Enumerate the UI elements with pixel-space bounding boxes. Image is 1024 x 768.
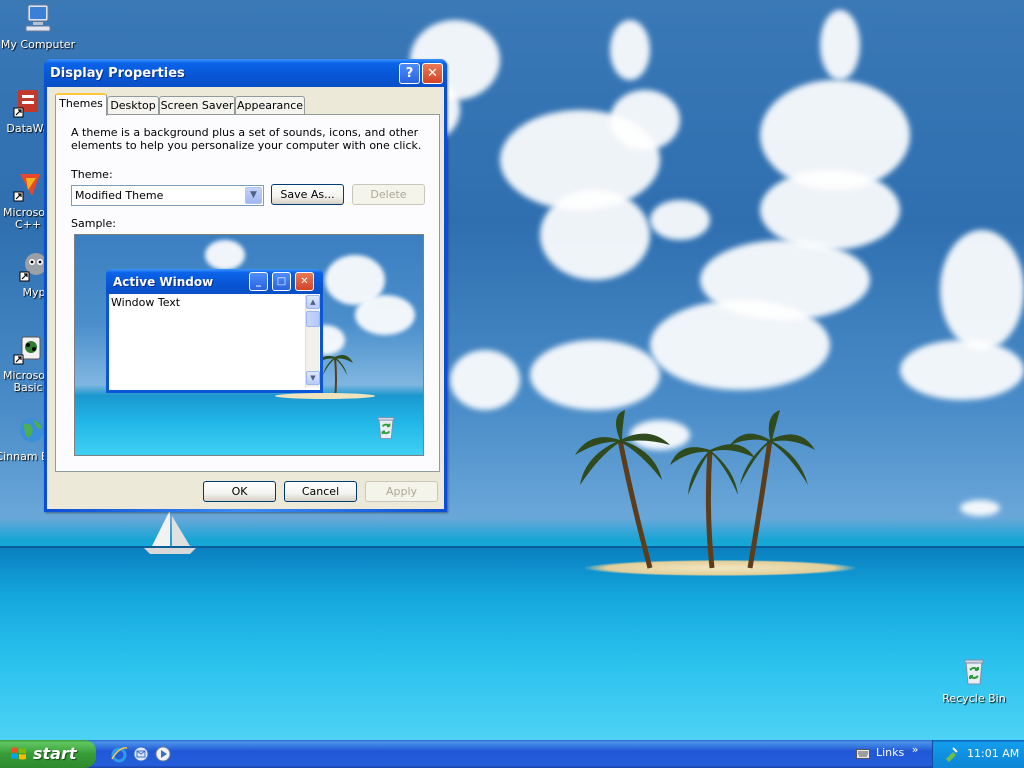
start-label: start [33, 744, 77, 763]
apply-button[interactable]: Apply [365, 481, 438, 502]
tab-appearance[interactable]: Appearance [235, 96, 305, 115]
visual-basic-icon [13, 336, 41, 365]
window-title: Display Properties [50, 66, 185, 81]
theme-sample-preview: Active Window _ □ ✕ Window Text ▲ ▼ [74, 234, 424, 456]
chevron-down-icon[interactable]: ▼ [245, 187, 262, 204]
scroll-up-icon: ▲ [306, 295, 320, 309]
cloud [530, 340, 660, 410]
save-as-button[interactable]: Save As... [271, 184, 344, 205]
cloud [940, 230, 1024, 350]
cloud [610, 90, 680, 150]
sailboat [144, 510, 196, 554]
links-toolbar[interactable]: Links » [876, 743, 919, 759]
outlook-express-icon[interactable] [132, 745, 150, 763]
tab-screen-saver[interactable]: Screen Saver [159, 96, 235, 115]
cloud [355, 295, 415, 335]
recycle-bin-icon [964, 659, 984, 685]
cloud [650, 300, 830, 390]
scroll-down-icon: ▼ [306, 371, 320, 385]
cloud [540, 190, 650, 280]
minimize-icon: _ [249, 272, 268, 291]
sample-active-window: Active Window _ □ ✕ Window Text ▲ ▼ [106, 269, 323, 393]
chevron-right-icon[interactable]: » [912, 743, 919, 756]
help-button[interactable]: ? [399, 63, 420, 84]
cloud [820, 10, 860, 80]
sample-label: Sample: [71, 217, 116, 230]
media-player-icon[interactable] [154, 745, 172, 763]
dialog-client-area: Themes Desktop Screen Saver Appearance A… [47, 87, 444, 509]
cloud [900, 340, 1024, 400]
close-icon: ✕ [295, 272, 314, 291]
cancel-button[interactable]: Cancel [284, 481, 357, 502]
cloud [960, 500, 1000, 516]
recycle-bin-icon [377, 417, 395, 439]
computer-icon [25, 4, 51, 32]
clock[interactable]: 11:01 AM [967, 747, 1019, 760]
theme-dropdown-value: Modified Theme [75, 189, 164, 202]
theme-label: Theme: [71, 168, 113, 181]
keyboard-icon[interactable] [856, 748, 870, 760]
cloud [650, 200, 710, 240]
taskbar: start Links » 11:01 AM [0, 740, 1024, 768]
system-tray: 11:01 AM [932, 740, 1024, 768]
palm-trees [575, 410, 815, 569]
theme-description: A theme is a background plus a set of so… [71, 126, 422, 152]
visual-cpp-icon [13, 174, 40, 202]
desktop-icon-my-computer[interactable]: My Computer [0, 2, 76, 51]
cloud [450, 350, 520, 410]
scroll-thumb [306, 311, 320, 327]
sample-window-text: Window Text [111, 296, 181, 309]
internet-explorer-icon[interactable] [110, 745, 128, 763]
themes-panel: A theme is a background plus a set of so… [55, 114, 440, 472]
display-properties-window[interactable]: Display Properties ? ✕ Themes Desktop Sc… [44, 59, 447, 512]
theme-dropdown[interactable]: Modified Theme ▼ [71, 185, 264, 206]
cloud [205, 240, 245, 270]
delete-button[interactable]: Delete [352, 184, 425, 205]
sample-window-titlebar: Active Window _ □ ✕ [106, 269, 323, 294]
tab-themes[interactable]: Themes [55, 93, 107, 116]
cloud [610, 20, 650, 80]
ok-button[interactable]: OK [203, 481, 276, 502]
windows-logo-icon [11, 747, 26, 760]
close-icon: ✕ [427, 66, 438, 81]
close-button[interactable]: ✕ [422, 63, 443, 84]
desktop-icon-recycle-bin[interactable]: Recycle Bin [936, 656, 1012, 705]
cloud [760, 170, 900, 250]
links-label: Links [876, 746, 905, 759]
sample-scrollbar: ▲ ▼ [305, 295, 320, 387]
sample-window-title: Active Window [113, 275, 214, 289]
sample-island [275, 393, 375, 399]
sea [0, 548, 1024, 740]
sample-window-body: Window Text ▲ ▼ [109, 294, 320, 390]
safely-remove-hardware-icon[interactable] [943, 746, 959, 762]
maximize-icon: □ [272, 272, 291, 291]
start-button[interactable]: start [0, 740, 96, 768]
tab-desktop[interactable]: Desktop [107, 96, 159, 115]
window-titlebar[interactable]: Display Properties ? ✕ [44, 59, 447, 87]
datawa-shortcut-icon [13, 90, 38, 118]
help-icon: ? [405, 66, 414, 81]
